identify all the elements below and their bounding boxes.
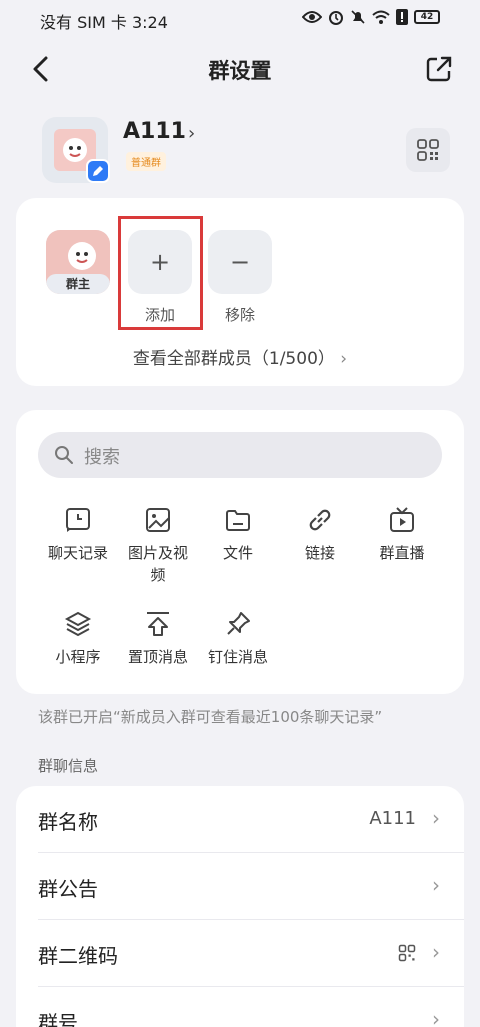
minus-icon: − bbox=[229, 248, 251, 276]
highlight-box bbox=[118, 216, 203, 330]
row-key: 群公告 bbox=[38, 877, 98, 901]
share-icon[interactable] bbox=[424, 54, 454, 84]
remove-member-button[interactable]: − bbox=[208, 230, 272, 294]
tool-images-videos[interactable]: 图片及视频 bbox=[118, 506, 198, 586]
pin-top-icon bbox=[147, 612, 169, 636]
tool-label: 小程序 bbox=[55, 648, 101, 666]
member-owner[interactable]: 群主 bbox=[46, 230, 110, 294]
nav-bar: 群设置 bbox=[0, 44, 480, 94]
row-key: 群二维码 bbox=[38, 944, 118, 968]
tool-chat-history[interactable]: 聊天记录 bbox=[38, 506, 118, 564]
chevron-right-icon: › bbox=[432, 1007, 440, 1027]
chevron-right-icon: › bbox=[432, 873, 440, 897]
tool-pinned-messages[interactable]: 钉住消息 bbox=[198, 610, 278, 668]
chevron-right-icon: › bbox=[432, 806, 440, 830]
tool-label: 钉住消息 bbox=[207, 648, 268, 666]
chevron-right-icon: › bbox=[340, 349, 348, 369]
tool-label: 文件 bbox=[222, 544, 253, 562]
owner-badge: 群主 bbox=[46, 274, 110, 294]
section-title: 群聊信息 bbox=[38, 757, 99, 775]
mute-bell-icon bbox=[351, 10, 365, 24]
page-title: 群设置 bbox=[208, 59, 272, 83]
pencil-icon bbox=[93, 166, 103, 176]
tool-pinned-top-messages[interactable]: 置顶消息 bbox=[118, 610, 198, 668]
group-type-badge: 普通群 bbox=[126, 152, 166, 171]
group-name[interactable]: A111 bbox=[123, 119, 186, 144]
remove-member-label: 移除 bbox=[224, 306, 255, 324]
tool-mini-programs[interactable]: 小程序 bbox=[38, 610, 118, 668]
row-key: 群号 bbox=[38, 1011, 78, 1027]
qr-code-icon bbox=[398, 944, 416, 962]
qr-code-icon bbox=[417, 139, 439, 161]
row-key: 群名称 bbox=[38, 810, 98, 834]
row-group-announcement[interactable]: 群公告 › bbox=[38, 853, 464, 920]
row-value: A111 bbox=[369, 808, 416, 829]
tool-group-live[interactable]: 群直播 bbox=[362, 506, 442, 564]
clock-doc-icon bbox=[66, 508, 90, 532]
row-group-number[interactable]: 群号 › bbox=[38, 987, 464, 1027]
chevron-right-icon: › bbox=[432, 940, 440, 964]
tool-label: 群直播 bbox=[379, 544, 425, 562]
tool-label: 图片及视频 bbox=[127, 544, 188, 584]
battery-indicator: 42 bbox=[414, 10, 440, 24]
alarm-icon bbox=[329, 11, 343, 25]
tool-label: 置顶消息 bbox=[127, 648, 188, 666]
search-icon bbox=[55, 446, 73, 464]
tool-label: 聊天记录 bbox=[47, 544, 108, 562]
group-info-card: 群名称 A111 › 群公告 › 群二维码 › 群号 › bbox=[16, 786, 464, 1027]
tool-label: 链接 bbox=[304, 544, 335, 562]
history-notice: 该群已开启“新成员入群可查看最近100条聊天记录” bbox=[38, 708, 383, 726]
view-all-members-label: 查看全部群成员（1/500） bbox=[132, 349, 335, 369]
row-group-name[interactable]: 群名称 A111 › bbox=[38, 786, 464, 853]
image-icon bbox=[146, 508, 170, 532]
layers-icon bbox=[64, 611, 92, 637]
alert-icon bbox=[396, 9, 408, 25]
group-header[interactable]: A111 › 普通群 bbox=[40, 115, 450, 185]
link-icon bbox=[309, 509, 331, 531]
tool-links[interactable]: 链接 bbox=[280, 506, 360, 564]
tv-icon bbox=[390, 507, 414, 532]
search-placeholder: 搜索 bbox=[84, 447, 120, 468]
owner-avatar[interactable]: 群主 bbox=[46, 230, 110, 294]
tools-card: 搜索 聊天记录 图片及视频 文件 链接 群直播 小程序 置顶消息 钉住消息 bbox=[16, 410, 464, 694]
eye-icon bbox=[302, 11, 322, 23]
status-carrier-time: 没有 SIM 卡 3:24 bbox=[40, 13, 168, 32]
wifi-icon bbox=[372, 10, 390, 24]
row-group-qr[interactable]: 群二维码 › bbox=[38, 920, 464, 987]
view-all-members-link[interactable]: 查看全部群成员（1/500） › bbox=[16, 344, 464, 369]
edit-avatar-button[interactable] bbox=[86, 159, 110, 183]
members-card: 群主 + 添加 − 移除 查看全部群成员（1/500） › bbox=[16, 198, 464, 386]
group-qr-button[interactable] bbox=[406, 128, 450, 172]
remove-member[interactable]: − 移除 bbox=[208, 230, 272, 325]
status-icons: 42 bbox=[302, 9, 440, 25]
tool-files[interactable]: 文件 bbox=[198, 506, 278, 564]
chevron-right-icon[interactable]: › bbox=[188, 123, 195, 144]
pushpin-icon bbox=[227, 612, 250, 635]
search-input[interactable]: 搜索 bbox=[38, 432, 442, 478]
folder-icon bbox=[226, 510, 250, 531]
status-bar: 没有 SIM 卡 3:24 42 bbox=[0, 0, 480, 36]
